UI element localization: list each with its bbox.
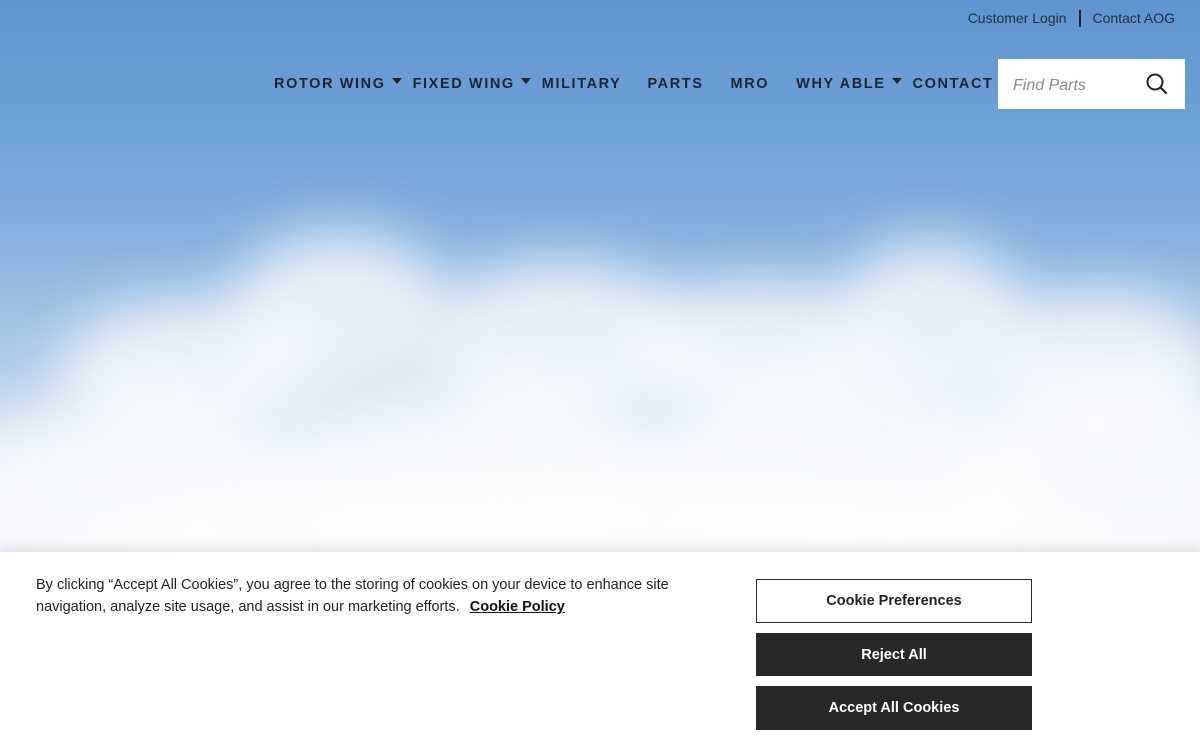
- nav-item-label: ROTOR WING: [274, 76, 386, 92]
- nav-item-rotor-wing[interactable]: ROTOR WING: [274, 74, 402, 94]
- nav-item-why-able[interactable]: WHY ABLE: [796, 74, 902, 94]
- nav-item-label: MRO: [730, 76, 770, 92]
- nav-item-label: PARTS: [647, 76, 704, 92]
- caret-down-icon[interactable]: [391, 78, 402, 84]
- nav-item-label: FIXED WING: [412, 76, 515, 92]
- cookie-message: By clicking “Accept All Cookies”, you ag…: [36, 577, 669, 615]
- accept-all-cookies-button[interactable]: Accept All Cookies: [756, 686, 1032, 730]
- utility-separator: [1078, 10, 1081, 27]
- contact-aog-link[interactable]: Contact AOG: [1093, 10, 1175, 26]
- cookie-message-block: By clicking “Accept All Cookies”, you ag…: [36, 574, 716, 618]
- nav-item-mro[interactable]: MRO: [731, 74, 770, 94]
- cookie-preferences-button[interactable]: Cookie Preferences: [756, 579, 1032, 623]
- reject-all-button[interactable]: Reject All: [756, 633, 1032, 676]
- nav-item-label: WHY ABLE: [796, 76, 886, 92]
- caret-down-icon[interactable]: [891, 78, 902, 84]
- search-icon[interactable]: [1145, 72, 1169, 96]
- search-input[interactable]: [998, 59, 1138, 109]
- utility-bar: Customer Login Contact AOG: [968, 9, 1175, 27]
- cookie-policy-link[interactable]: Cookie Policy: [470, 599, 565, 615]
- cookie-banner: By clicking “Accept All Cookies”, you ag…: [0, 552, 1200, 750]
- search-box: [998, 59, 1185, 109]
- nav-item-fixed-wing[interactable]: FIXED WING: [413, 74, 531, 94]
- nav-item-parts[interactable]: PARTS: [647, 74, 703, 94]
- main-nav: ROTOR WING FIXED WING MILITARY PARTS MRO…: [274, 74, 994, 94]
- caret-down-icon[interactable]: [520, 78, 531, 84]
- customer-login-link[interactable]: Customer Login: [968, 10, 1067, 26]
- nav-item-contact[interactable]: CONTACT: [913, 74, 994, 94]
- nav-item-label: MILITARY: [541, 76, 622, 92]
- nav-item-label: CONTACT: [912, 76, 994, 92]
- page: Customer Login Contact AOG ROTOR WING FI…: [0, 0, 1200, 750]
- nav-item-military[interactable]: MILITARY: [542, 74, 622, 94]
